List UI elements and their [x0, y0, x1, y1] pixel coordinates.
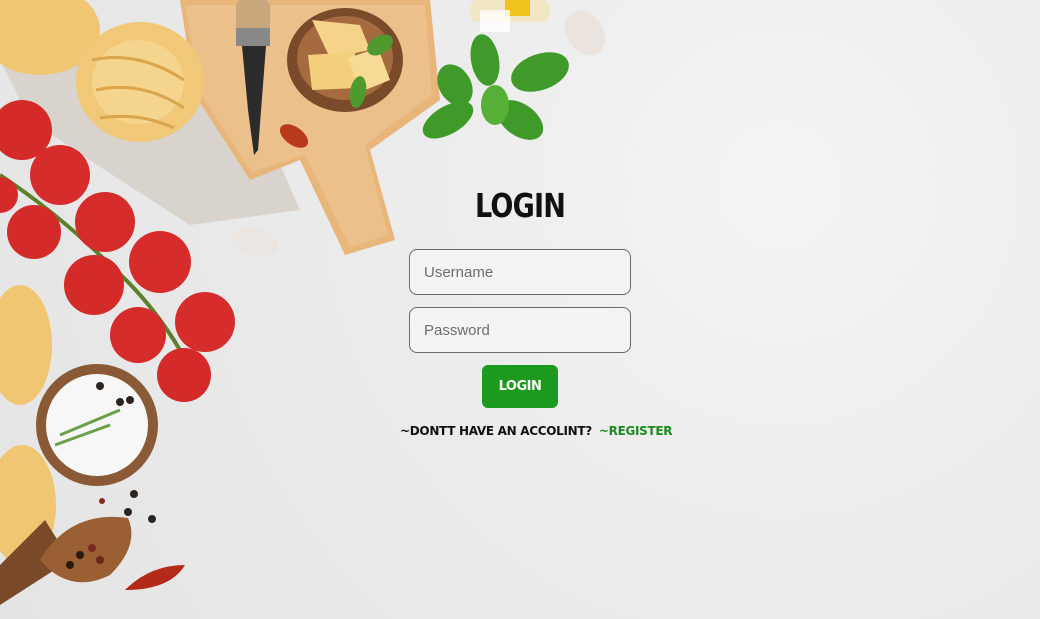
basil-icon — [422, 34, 569, 140]
login-form: Login Login ~Dontt have an Accolint? ~Re… — [400, 186, 673, 438]
register-prompt: ~Dontt have an Accolint? ~Register — [400, 424, 673, 438]
oil-bottle-icon — [470, 0, 550, 32]
cheese-bowl-icon — [287, 8, 403, 112]
username-input[interactable] — [409, 249, 631, 295]
login-button[interactable]: Login — [482, 365, 558, 408]
salt-bowl-icon — [36, 364, 158, 486]
register-link[interactable]: ~Register — [599, 424, 673, 438]
no-account-text: ~Dontt have an Accolint? — [400, 424, 592, 438]
chili-pepper-icon — [125, 565, 185, 590]
password-input[interactable] — [409, 307, 631, 353]
page-title: Login — [474, 186, 566, 225]
garlic-icon — [564, 10, 606, 56]
garlic-clove-icon — [231, 227, 279, 257]
